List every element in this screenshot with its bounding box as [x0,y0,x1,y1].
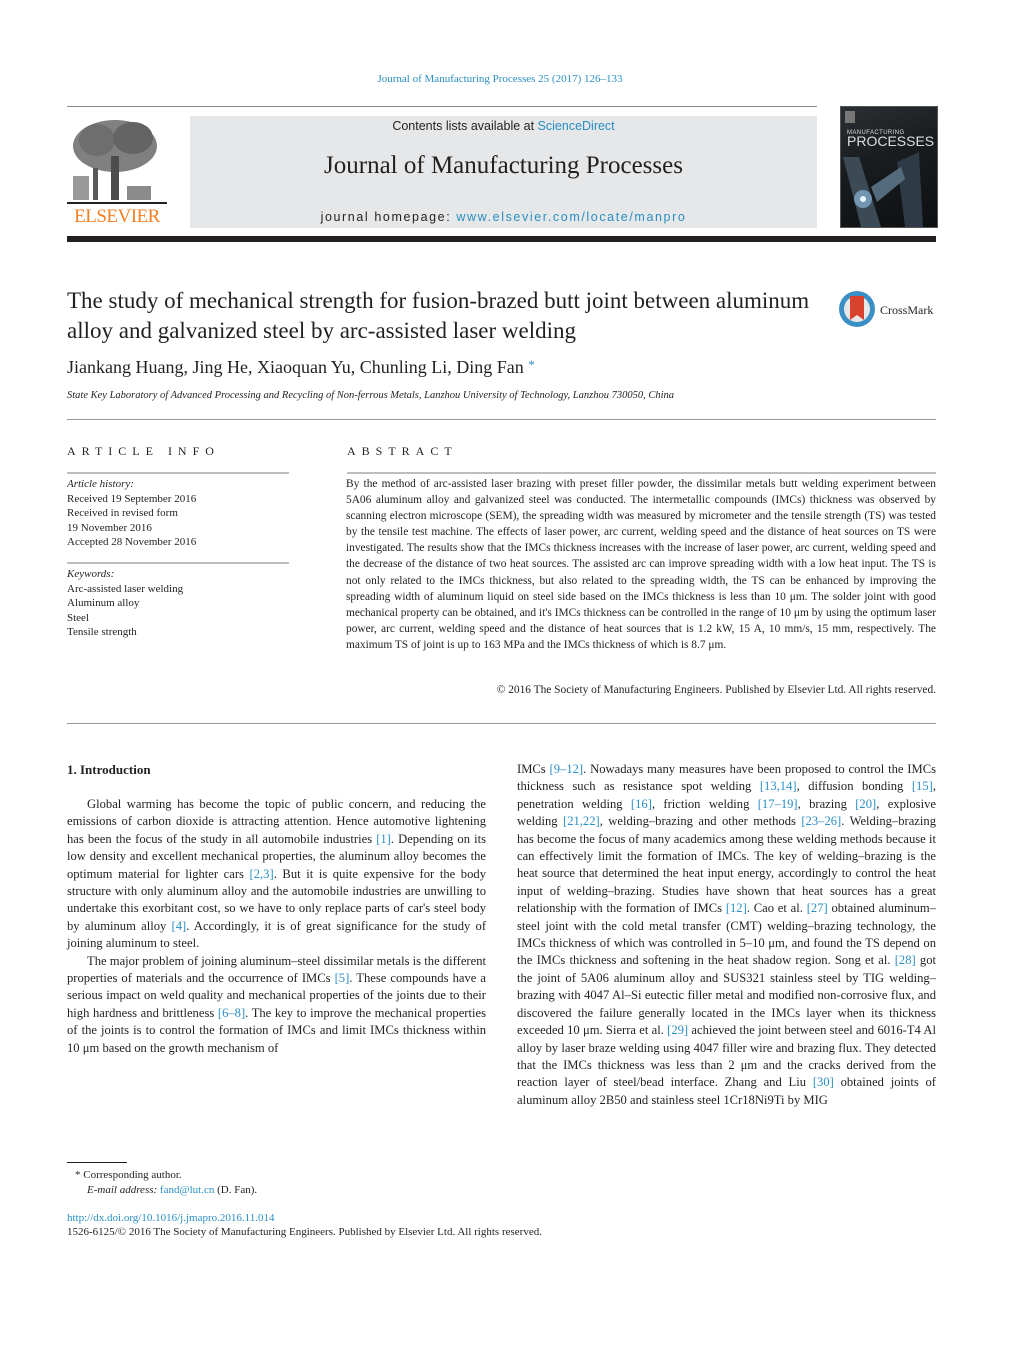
citation-link[interactable]: [20] [855,797,876,811]
corresponding-author-note: Corresponding author. [83,1169,182,1181]
citation-link[interactable]: [6–8] [218,1006,245,1020]
email-suffix: (D. Fan). [214,1184,258,1196]
abstract-copyright: © 2016 The Society of Manufacturing Engi… [496,684,936,696]
body-column-right: IMCs [9–12]. Nowadays many measures have… [517,761,936,1109]
history-item: Received 19 September 2016 [67,492,197,505]
masthead-divider [67,236,936,242]
citation-link[interactable]: [28] [895,953,916,967]
crossmark-icon [839,291,875,327]
citation-link[interactable]: [29] [667,1023,688,1037]
journal-reference-link[interactable]: Journal of Manufacturing Processes 25 (2… [0,73,1000,85]
footnote-divider [67,1162,127,1163]
abstract-heading: ABSTRACT [347,444,458,458]
crossmark-button[interactable]: CrossMark [838,290,948,330]
keyword-item: Steel [67,611,89,624]
keywords-label: Keywords: [67,568,115,580]
citation-link[interactable]: [4] [172,919,187,933]
issn-copyright: 1526-6125/© 2016 The Society of Manufact… [67,1226,542,1238]
keyword-item: Arc-assisted laser welding [67,582,184,595]
keywords: Keywords: Arc-assisted laser welding Alu… [67,567,183,640]
citation-link[interactable]: [13,14] [760,779,797,793]
body-paragraph: IMCs [9–12]. Nowadays many measures have… [517,762,937,1107]
history-item: Accepted 28 November 2016 [67,536,197,548]
elsevier-wordmark: ELSEVIER [74,206,160,227]
body-column-left: Global warming has become the topic of p… [67,796,486,1057]
corresponding-author-link[interactable]: * [528,357,535,372]
article-history: Article history: Received 19 September 2… [67,477,196,550]
crossmark-label: CrossMark [880,303,934,317]
history-label: Article history: [67,478,134,490]
cover-title-big: PROCESSES [847,133,935,149]
citation-link[interactable]: [1] [376,832,391,846]
cover-title: MANUFACTURING PROCESSES [847,129,935,149]
citation-link[interactable]: [21,22] [563,814,600,828]
footnote-marker: * [75,1169,81,1181]
author-list: Jiankang Huang, Jing He, Xiaoquan Yu, Ch… [67,357,535,378]
citation-link[interactable]: [2,3] [250,867,274,881]
journal-homepage: journal homepage: www.elsevier.com/locat… [190,210,817,224]
history-item: 19 November 2016 [67,521,152,534]
citation-link[interactable]: [23–26] [801,814,841,828]
citation-link[interactable]: [5] [335,971,350,985]
citation-link[interactable]: [12] [726,901,747,915]
body-paragraph: The major problem of joining aluminum–st… [67,953,487,1055]
keywords-divider [67,562,289,564]
citation-link[interactable]: [16] [631,797,652,811]
email-label: E-mail address: [87,1184,158,1196]
history-item: Received in revised form [67,507,178,519]
contents-availability: Contents lists available at ScienceDirec… [190,119,817,133]
abstract-divider [347,472,936,474]
citation-link[interactable]: [17–19] [758,797,798,811]
journal-masthead: Contents lists available at ScienceDirec… [190,116,817,228]
abstract-bottom-divider [67,723,936,724]
article-title: The study of mechanical strength for fus… [67,288,810,343]
body-paragraph: Global warming has become the topic of p… [67,797,487,951]
citation-link[interactable]: [9–12] [550,762,584,776]
journal-cover-thumbnail[interactable]: MANUFACTURING PROCESSES [840,106,938,228]
homepage-prefix: journal homepage: [320,210,457,224]
article-info-divider [67,472,289,474]
footnote: * Corresponding author. E-mail address: … [75,1168,257,1198]
article-info-heading: ARTICLE INFO [67,444,220,458]
citation-link[interactable]: [30] [813,1075,834,1089]
email-link[interactable]: fand@lut.cn [160,1184,214,1196]
citation-link[interactable]: [27] [807,901,828,915]
keyword-item: Tensile strength [67,626,137,638]
affiliation-divider [67,419,936,420]
top-divider [67,106,817,107]
abstract-text: By the method of arc-assisted laser braz… [346,478,936,651]
sciencedirect-link[interactable]: ScienceDirect [538,119,615,133]
authors-text: Jiankang Huang, Jing He, Xiaoquan Yu, Ch… [67,357,524,377]
doi-link[interactable]: http://dx.doi.org/10.1016/j.jmapro.2016.… [67,1212,274,1224]
journal-homepage-link[interactable]: www.elsevier.com/locate/manpro [456,210,686,224]
cover-art-icon [843,111,923,227]
elsevier-tree-icon [67,116,167,206]
elsevier-logo[interactable]: ELSEVIER [67,116,167,228]
section-heading-introduction: 1. Introduction [67,762,151,777]
journal-title: Journal of Manufacturing Processes [324,152,683,179]
keyword-item: Aluminum alloy [67,597,140,609]
citation-link[interactable]: [15] [912,779,933,793]
contents-prefix: Contents lists available at [392,119,538,133]
author-affiliation: State Key Laboratory of Advanced Process… [67,390,675,401]
